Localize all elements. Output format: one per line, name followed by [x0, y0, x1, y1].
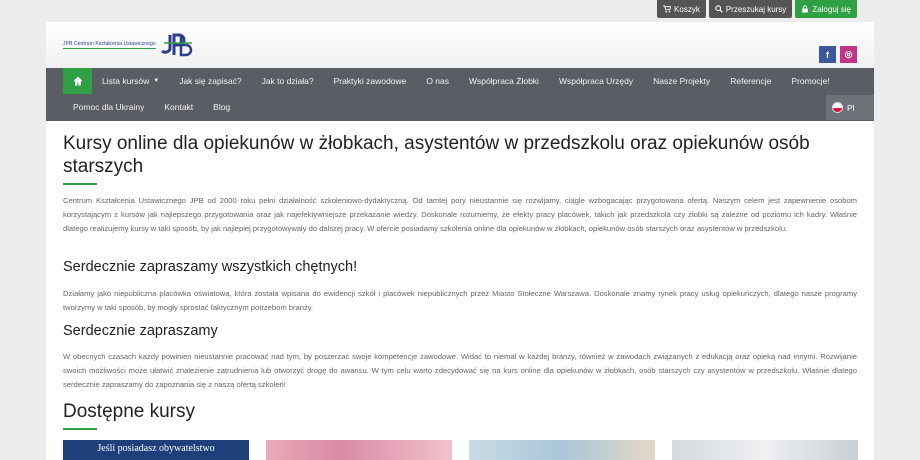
facebook-icon[interactable]: f: [819, 46, 836, 63]
paragraph-3-block: W obecnych czasach każdy powinien nieust…: [63, 350, 857, 392]
home-icon: [73, 76, 82, 86]
nav-item-kontakt[interactable]: Kontakt: [154, 94, 203, 120]
lock-icon: [802, 5, 809, 13]
logo-text: JPB Centrum Kształcenia Ustawicznego: [63, 41, 156, 49]
nav-item-o-nas[interactable]: O nas: [416, 68, 459, 94]
section-heading: Serdecznie zapraszamy: [63, 323, 218, 339]
site-header: JPB Centrum Kształcenia Ustawicznego f ◎: [46, 22, 874, 68]
paragraph-2: Działamy jako niepubliczna placówka oświ…: [63, 289, 857, 313]
nav-item-wspolpraca-zlobki[interactable]: Współpraca Żłobki: [459, 68, 549, 94]
polish-flag-icon: [832, 102, 843, 113]
login-button[interactable]: Zaloguj się: [795, 0, 857, 18]
nav-item-nasze-projekty[interactable]: Nasze Projekty: [643, 68, 720, 94]
social-links: f ◎: [819, 46, 857, 63]
instagram-icon[interactable]: ◎: [840, 46, 857, 63]
nav-item-lista-kursow[interactable]: Lista kursów ▼: [92, 68, 169, 94]
intro-paragraph: Centrum Kształcenia Ustawicznego JPB od …: [63, 196, 857, 234]
search-label: Przeszukaj kursy: [725, 4, 787, 14]
section-heading: Serdecznie zapraszamy wszystkich chętnyc…: [63, 259, 358, 275]
nav-item-pomoc-ukraina[interactable]: Pomoc dla Ukrainy: [63, 94, 154, 120]
nav-item-praktyki[interactable]: Praktyki zawodowe: [324, 68, 417, 94]
nav-row-2: Pomoc dla Ukrainy Kontakt Blog: [63, 94, 240, 120]
page-title: Kursy online dla opiekunów w żłobkach, a…: [63, 133, 810, 177]
main-content: Kursy online dla opiekunów w żłobkach, a…: [46, 121, 874, 460]
course-card-4[interactable]: [672, 440, 858, 460]
nav-item-blog[interactable]: Blog: [203, 94, 240, 120]
search-courses-button[interactable]: Przeszukaj kursy: [708, 0, 793, 18]
nav-item-label: Lista kursów: [102, 76, 150, 86]
site-logo[interactable]: JPB Centrum Kształcenia Ustawicznego: [63, 29, 194, 61]
login-label: Zaloguj się: [812, 4, 851, 14]
title-underline: [63, 183, 97, 185]
course-card-1-text: Jeśli posiadasz obywatelstwo: [97, 443, 215, 454]
nav-item-jak-to-dziala[interactable]: Jak to działa?: [252, 68, 324, 94]
language-selector[interactable]: Pl: [826, 95, 874, 120]
nav-item-wspolpraca-urzedy[interactable]: Współpraca Urzędy: [549, 68, 643, 94]
page-title-block: Kursy online dla opiekunów w żłobkach, a…: [63, 132, 857, 185]
section-heading-1: Serdecznie zapraszamy wszystkich chętnyc…: [63, 259, 857, 275]
course-card-1[interactable]: Jeśli posiadasz obywatelstwo: [63, 440, 249, 460]
cart-icon: [663, 5, 672, 13]
nav-home[interactable]: [63, 68, 92, 94]
paragraph-2-block: Działamy jako niepubliczna placówka oświ…: [63, 287, 857, 315]
cart-label: Koszyk: [674, 4, 700, 14]
section-heading-2: Serdecznie zapraszamy: [63, 323, 857, 339]
language-label: Pl: [847, 102, 855, 113]
course-cards: Jeśli posiadasz obywatelstwo: [63, 440, 858, 460]
chevron-down-icon: ▼: [153, 78, 160, 84]
main-navigation: Lista kursów ▼ Jak się zapisać? Jak to d…: [46, 68, 874, 121]
course-card-3[interactable]: [469, 440, 655, 460]
courses-heading: Dostępne kursy: [63, 401, 196, 422]
top-utility-bar: Koszyk Przeszukaj kursy Zaloguj się: [657, 0, 857, 18]
search-icon: [715, 5, 723, 13]
paragraph-3: W obecnych czasach każdy powinien nieust…: [63, 352, 857, 390]
nav-item-promocje[interactable]: Promocje!: [781, 68, 839, 94]
jpb-logo-icon: [160, 33, 192, 57]
nav-row-1: Lista kursów ▼ Jak się zapisać? Jak to d…: [63, 68, 840, 94]
intro-block: Centrum Kształcenia Ustawicznego JPB od …: [63, 194, 857, 236]
course-card-2[interactable]: [266, 440, 452, 460]
courses-heading-block: Dostępne kursy: [63, 401, 857, 430]
cart-button[interactable]: Koszyk: [657, 0, 706, 18]
nav-item-referencje[interactable]: Referencje: [720, 68, 781, 94]
courses-heading-underline: [63, 428, 97, 430]
nav-item-jak-sie-zapisac[interactable]: Jak się zapisać?: [169, 68, 251, 94]
